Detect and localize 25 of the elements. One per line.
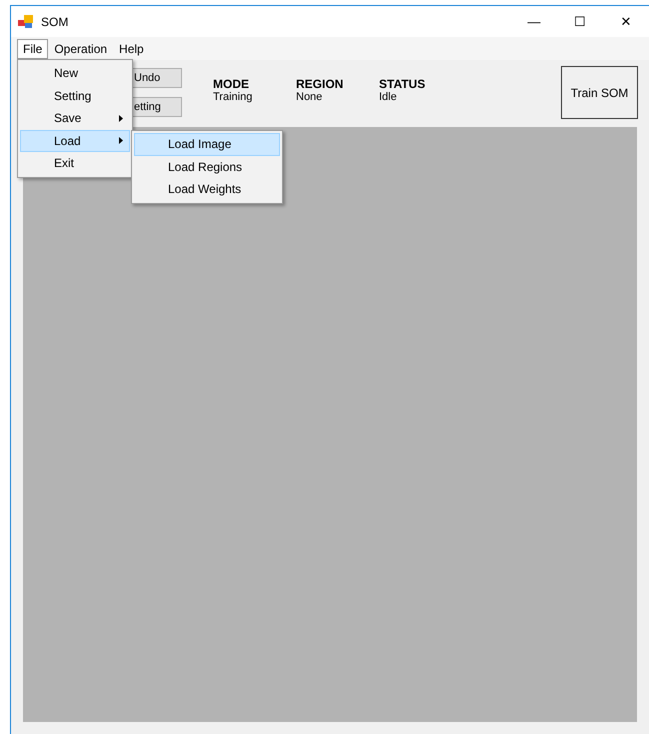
info-value: Idle	[379, 91, 398, 103]
info-heading: MODE	[213, 77, 250, 91]
menu-option[interactable]: Setting	[20, 84, 130, 107]
menu-option[interactable]: Save	[20, 107, 130, 130]
menu-option[interactable]: Load Weights	[134, 178, 280, 200]
info-value: None	[296, 91, 324, 103]
menu-option[interactable]: Load Image	[134, 133, 280, 156]
train-som-button[interactable]: Train SOM	[561, 66, 638, 119]
menu-option[interactable]: New	[20, 62, 130, 84]
menu-item[interactable]: Help	[113, 38, 150, 58]
info-value: Training	[213, 91, 254, 103]
toolbar-button[interactable]: Undo	[132, 68, 182, 88]
maximize-button[interactable]: ☐	[557, 14, 603, 29]
app-icon	[18, 14, 34, 28]
toolbar-button[interactable]: etting	[132, 97, 182, 117]
minimize-button[interactable]: —	[511, 14, 557, 29]
menu-item[interactable]: File	[17, 38, 48, 58]
menu-option[interactable]: Load Regions	[134, 156, 280, 178]
info-heading: STATUS	[379, 77, 426, 91]
info-heading: REGION	[296, 77, 344, 91]
window-title: SOM	[41, 14, 68, 28]
menu-option[interactable]: Exit	[20, 152, 130, 174]
menu-item[interactable]: Operation	[48, 38, 114, 58]
close-button[interactable]: ✕	[603, 14, 649, 29]
menu-option[interactable]: Load	[20, 130, 130, 152]
